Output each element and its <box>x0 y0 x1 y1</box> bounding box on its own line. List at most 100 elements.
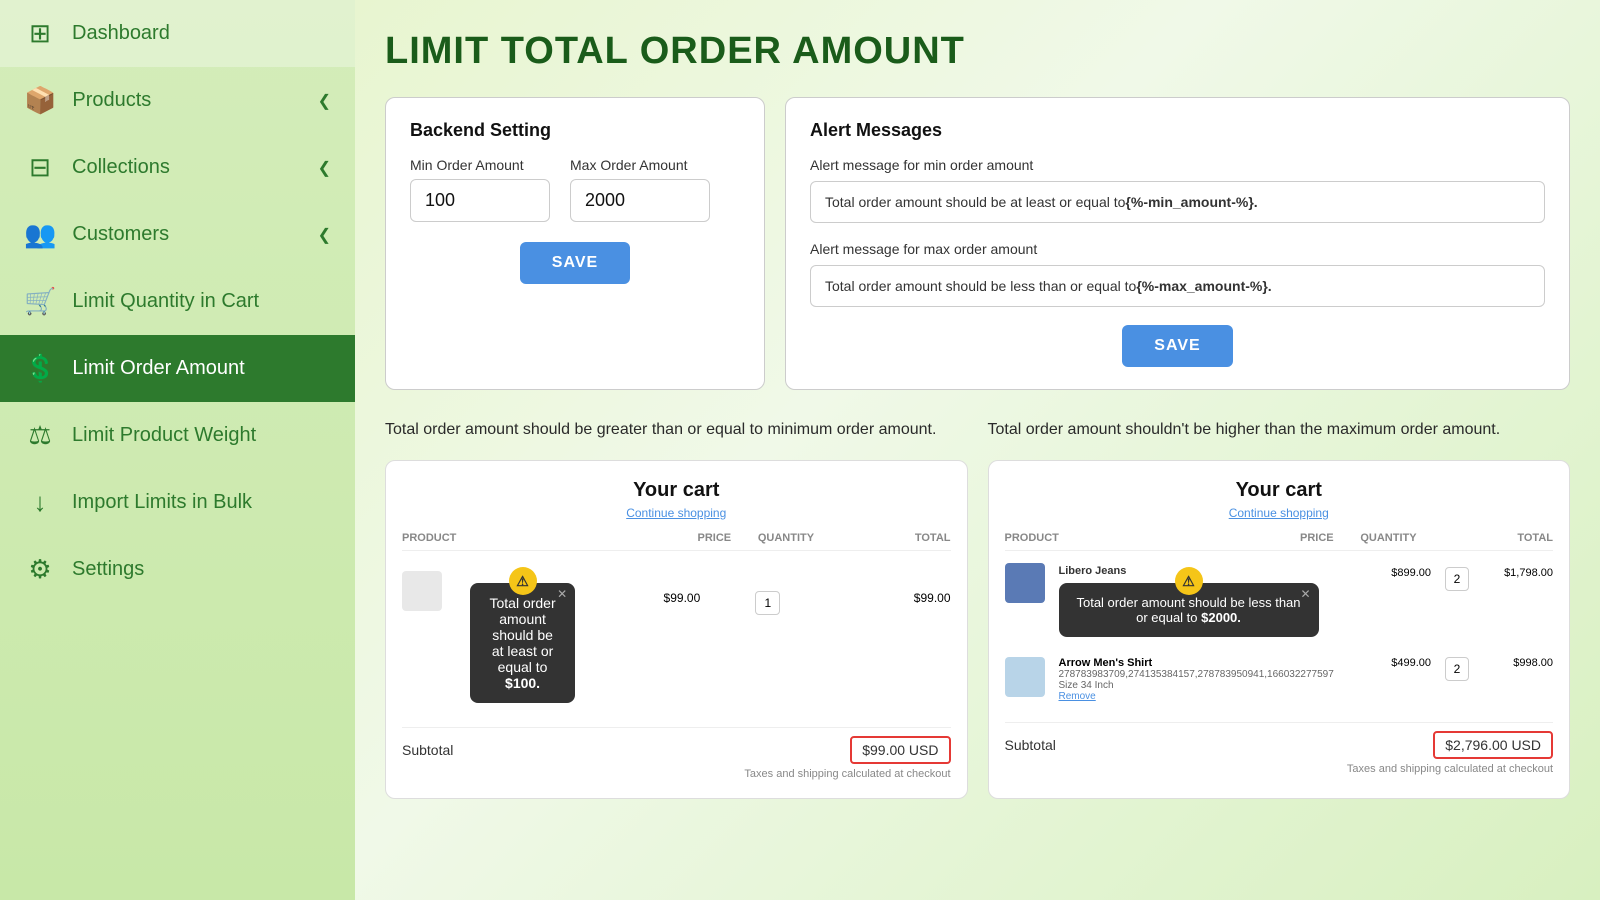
right-cart-preview: Your cart Continue shopping PRODUCT PRIC… <box>988 460 1571 799</box>
max-alert-text: Total order amount should be less than o… <box>825 278 1136 294</box>
import-icon: ↓ <box>24 487 56 518</box>
cart-panels: Your cart Continue shopping PRODUCT PRIC… <box>385 460 1570 799</box>
backend-setting-card: Backend Setting Min Order Amount Max Ord… <box>385 97 765 390</box>
sidebar-item-import-limits[interactable]: ↓ Import Limits in Bulk <box>0 469 355 536</box>
min-alert-field[interactable]: Total order amount should be at least or… <box>810 181 1545 223</box>
sidebar: ⊞ Dashboard 📦 Products ❮ ⊟ Collections ❮… <box>0 0 355 900</box>
products-icon: 📦 <box>24 85 56 116</box>
customers-icon: 👥 <box>24 219 56 250</box>
backend-save-button[interactable]: SAVE <box>520 242 630 284</box>
max-order-input[interactable] <box>570 179 710 222</box>
dashboard-icon: ⊞ <box>24 18 56 49</box>
left-cart-title: Your cart <box>402 479 951 502</box>
left-cart-qty-col: QUANTITY <box>731 532 841 544</box>
collections-icon: ⊟ <box>24 152 56 183</box>
right-subtotal-value: $2,796.00 USD <box>1433 731 1553 759</box>
left-taxes-note: Taxes and shipping calculated at checkou… <box>402 768 951 780</box>
min-order-label: Min Order Amount <box>410 157 550 173</box>
max-alert-var: {%-max_amount-%}. <box>1136 278 1271 294</box>
sidebar-item-limit-quantity[interactable]: 🛒 Limit Quantity in Cart <box>0 268 355 335</box>
left-tooltip-close[interactable]: ✕ <box>557 587 567 601</box>
max-order-label: Max Order Amount <box>570 157 710 173</box>
right-cart-total-col: TOTAL <box>1443 532 1553 544</box>
right-product2-size: Size 34 Inch <box>1059 680 1356 691</box>
right-cart-qty-col: QUANTITY <box>1334 532 1444 544</box>
right-tooltip-close[interactable]: ✕ <box>1300 587 1310 601</box>
left-cart-total-col: TOTAL <box>841 532 951 544</box>
alert-save-button[interactable]: SAVE <box>1122 325 1232 367</box>
top-panels: Backend Setting Min Order Amount Max Ord… <box>385 97 1570 390</box>
left-tooltip-popup: ⚠ ✕ Total order amount should be at leas… <box>470 583 575 703</box>
right-cart-product1-img <box>1005 563 1045 603</box>
description-row: Total order amount should be greater tha… <box>385 418 1570 442</box>
sidebar-label-customers: Customers <box>72 223 169 246</box>
right-cart-title: Your cart <box>1005 479 1554 502</box>
main-content: LIMIT TOTAL ORDER AMOUNT Backend Setting… <box>355 0 1600 900</box>
sidebar-label-limit-order: Limit Order Amount <box>72 357 244 380</box>
right-product2-total: $998.00 <box>1483 657 1553 669</box>
left-description: Total order amount should be greater tha… <box>385 418 968 442</box>
right-cart-product2-img <box>1005 657 1045 697</box>
chevron-products-icon: ❮ <box>318 91 331 111</box>
right-tooltip-text: Total order amount should be less than o… <box>1076 595 1300 625</box>
cart-icon: 🛒 <box>24 286 56 317</box>
left-warn-icon: ⚠ <box>509 567 537 595</box>
sidebar-item-limit-weight[interactable]: ⚖ Limit Product Weight <box>0 402 355 469</box>
right-product2-name: Arrow Men's Shirt <box>1059 657 1356 669</box>
sidebar-item-settings[interactable]: ⚙ Settings <box>0 536 355 603</box>
max-alert-field[interactable]: Total order amount should be less than o… <box>810 265 1545 307</box>
alert-messages-card: Alert Messages Alert message for min ord… <box>785 97 1570 390</box>
right-cart-header: PRODUCT PRICE QUANTITY TOTAL <box>1005 532 1554 551</box>
left-subtotal-label: Subtotal <box>402 742 453 758</box>
left-cart-header: PRODUCT PRICE QUANTITY TOTAL <box>402 532 951 551</box>
sidebar-label-settings: Settings <box>72 558 144 581</box>
left-product-total: $99.00 <box>835 563 950 605</box>
sidebar-label-limit-quantity: Limit Quantity in Cart <box>72 290 259 313</box>
min-order-group: Min Order Amount <box>410 157 550 222</box>
left-qty-box[interactable]: 1 <box>755 591 780 615</box>
right-cart-product-col: PRODUCT <box>1005 532 1224 544</box>
right-description: Total order amount shouldn't be higher t… <box>988 418 1571 442</box>
sidebar-item-products[interactable]: 📦 Products ❮ <box>0 67 355 134</box>
settings-icon: ⚙ <box>24 554 56 585</box>
left-tooltip-amount: $100. <box>505 675 540 691</box>
min-alert-var: {%-min_amount-%}. <box>1125 194 1257 210</box>
weight-icon: ⚖ <box>24 420 56 451</box>
right-product1-qty: 2 <box>1437 563 1477 591</box>
left-product-qty: 1 <box>710 563 825 615</box>
left-tooltip-text: Total order amount should be at least or… <box>489 595 555 675</box>
min-alert-label: Alert message for min order amount <box>810 157 1545 173</box>
backend-card-title: Backend Setting <box>410 120 740 141</box>
chevron-collections-icon: ❮ <box>318 158 331 178</box>
right-cart-price-col: PRICE <box>1224 532 1334 544</box>
right-taxes-note: Taxes and shipping calculated at checkou… <box>1005 763 1554 775</box>
min-alert-text: Total order amount should be at least or… <box>825 194 1125 210</box>
right-product1-price: $899.00 <box>1361 563 1431 579</box>
sidebar-label-import-limits: Import Limits in Bulk <box>72 491 252 514</box>
right-product2-qty: 2 <box>1437 657 1477 681</box>
right-product1-name: Libero Jeans <box>1059 565 1356 577</box>
right-qty-box2[interactable]: 2 <box>1445 657 1470 681</box>
alert-save-row: SAVE <box>810 325 1545 367</box>
sidebar-item-customers[interactable]: 👥 Customers ❮ <box>0 201 355 268</box>
page-title: LIMIT TOTAL ORDER AMOUNT <box>385 30 1570 73</box>
sidebar-label-products: Products <box>72 89 151 112</box>
left-subtotal-value: $99.00 USD <box>850 736 950 764</box>
right-product2-remove[interactable]: Remove <box>1059 691 1356 702</box>
sidebar-item-limit-order[interactable]: 💲 Limit Order Amount <box>0 335 355 402</box>
left-cart-product-img <box>402 571 442 611</box>
sidebar-item-collections[interactable]: ⊟ Collections ❮ <box>0 134 355 201</box>
sidebar-item-dashboard[interactable]: ⊞ Dashboard <box>0 0 355 67</box>
right-qty-box1[interactable]: 2 <box>1445 567 1470 591</box>
sidebar-label-limit-weight: Limit Product Weight <box>72 424 256 447</box>
right-cart-continue[interactable]: Continue shopping <box>1005 506 1554 520</box>
left-cart-continue[interactable]: Continue shopping <box>402 506 951 520</box>
left-product-price: $99.00 <box>585 563 700 605</box>
right-subtotal-row: Subtotal $2,796.00 USD <box>1005 722 1554 759</box>
min-order-input[interactable] <box>410 179 550 222</box>
right-subtotal-label: Subtotal <box>1005 737 1056 753</box>
order-fields: Min Order Amount Max Order Amount <box>410 157 740 222</box>
right-warn-icon: ⚠ <box>1175 567 1203 595</box>
order-icon: 💲 <box>24 353 56 384</box>
chevron-customers-icon: ❮ <box>318 225 331 245</box>
